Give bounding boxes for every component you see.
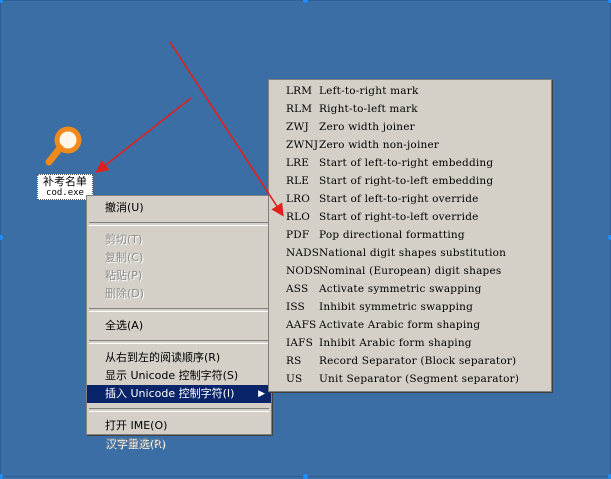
control-description: Activate symmetric swapping [319, 283, 482, 295]
context-menu: 撤消(U) 剪切(T) 复制(C) 粘贴(P) 删除(D) 全选(A) 从右到左… [86, 195, 272, 450]
menu-item-label: 删除(D) [105, 287, 145, 300]
menu-item-pdf[interactable]: PDF Pop directional formatting [269, 226, 551, 244]
resize-handle-top[interactable] [303, 0, 308, 3]
control-code: LRE [286, 157, 310, 169]
menu-item-cut[interactable]: 剪切(T) [87, 231, 271, 249]
menu-item-paste[interactable]: 粘贴(P) [87, 267, 271, 285]
menu-item-zwnj[interactable]: ZWNJ Zero width non-joiner [269, 136, 551, 154]
menu-item-label: 撤消(U) [105, 201, 144, 214]
annotation-arrow-to-icon [95, 97, 192, 173]
menu-item-lre[interactable]: LRE Start of left-to-right embedding [269, 154, 551, 172]
control-description: Right-to-left mark [319, 103, 418, 115]
submenu-arrow-icon: ▶ [258, 389, 265, 399]
menu-separator [89, 340, 269, 344]
control-code: PDF [286, 229, 310, 241]
control-description: Zero width joiner [319, 121, 415, 133]
control-code: LRM [286, 85, 313, 97]
menu-item-label: 复制(C) [105, 251, 144, 264]
menu-item-copy[interactable]: 复制(C) [87, 249, 271, 267]
unicode-control-submenu: LRM Left-to-right mark RLM Right-to-left m… [268, 79, 552, 392]
control-description: Nominal (European) digit shapes [319, 265, 502, 277]
menu-item-show-unicode-control[interactable]: 显示 Unicode 控制字符(S) [87, 367, 271, 385]
control-description: Record Separator (Block separator) [319, 355, 517, 367]
menu-item-aafs[interactable]: AAFS Activate Arabic form shaping [269, 316, 551, 334]
menu-item-rs[interactable]: RS Record Separator (Block separator) [269, 352, 551, 370]
menu-item-us[interactable]: US Unit Separator (Segment separator) [269, 370, 551, 388]
control-description: Start of right-to-left embedding [319, 175, 494, 187]
control-code: ASS [286, 283, 309, 295]
control-code: RLO [286, 211, 311, 223]
menu-item-label: 显示 Unicode 控制字符(S) [105, 369, 239, 382]
control-code: NADS [286, 247, 320, 259]
resize-handle-left[interactable] [0, 235, 3, 240]
control-code: NODS [286, 265, 321, 277]
icon-label[interactable]: 补考名单 cod.exe [37, 174, 93, 200]
menu-item-open-ime[interactable]: 打开 IME(O) [87, 417, 271, 435]
magnifier-icon [45, 126, 82, 166]
control-code: RLM [286, 103, 313, 115]
menu-item-delete[interactable]: 删除(D) [87, 285, 271, 303]
menu-item-ass[interactable]: ASS Activate symmetric swapping [269, 280, 551, 298]
menu-item-label: 汉字重选(R) [105, 437, 166, 450]
menu-item-lrm[interactable]: LRM Left-to-right mark [269, 82, 551, 100]
menu-item-nods[interactable]: NODS Nominal (European) digit shapes [269, 262, 551, 280]
control-description: Start of left-to-right embedding [319, 157, 494, 169]
menu-item-rtl-reading-order[interactable]: 从右到左的阅读顺序(R) [87, 349, 271, 367]
menu-item-label: 从右到左的阅读顺序(R) [105, 351, 221, 364]
menu-item-rlo[interactable]: RLO Start of right-to-left override [269, 208, 551, 226]
control-code: ZWJ [286, 121, 309, 133]
menu-separator [89, 408, 269, 412]
desktop-file-icon[interactable]: 补考名单 cod.exe [37, 124, 93, 200]
control-code: LRO [286, 193, 311, 205]
control-description: Activate Arabic form shaping [319, 319, 481, 331]
menu-item-select-all[interactable]: 全选(A) [87, 317, 271, 335]
menu-item-label: 打开 IME(O) [105, 419, 168, 432]
control-code: IAFS [286, 337, 314, 349]
control-description: Unit Separator (Segment separator) [319, 373, 520, 385]
menu-item-iss[interactable]: ISS Inhibit symmetric swapping [269, 298, 551, 316]
control-description: Left-to-right mark [319, 85, 419, 97]
control-description: Start of left-to-right override [319, 193, 479, 205]
menu-item-reconversion[interactable]: 汉字重选(R) [87, 435, 271, 453]
control-code: AAFS [286, 319, 317, 331]
control-description: National digit shapes substitution [319, 247, 507, 259]
menu-item-label: 插入 Unicode 控制字符(I) [105, 387, 235, 400]
menu-item-rlm[interactable]: RLM Right-to-left mark [269, 100, 551, 118]
control-description: Zero width non-joiner [319, 139, 440, 151]
menu-item-rle[interactable]: RLE Start of right-to-left embedding [269, 172, 551, 190]
control-description: Inhibit Arabic form shaping [319, 337, 472, 349]
control-code: RS [286, 355, 302, 367]
menu-item-iafs[interactable]: IAFS Inhibit Arabic form shaping [269, 334, 551, 352]
menu-item-undo[interactable]: 撤消(U) [87, 199, 271, 217]
control-code: ISS [286, 301, 305, 313]
menu-item-lro[interactable]: LRO Start of left-to-right override [269, 190, 551, 208]
control-description: Start of right-to-left override [319, 211, 479, 223]
menu-item-insert-unicode-control[interactable]: 插入 Unicode 控制字符(I) ▶ [87, 385, 271, 403]
control-code: RLE [286, 175, 310, 187]
file-name-label: 补考名单 [43, 175, 87, 188]
menu-separator [89, 222, 269, 226]
menu-item-label: 粘贴(P) [105, 269, 143, 282]
menu-item-zwj[interactable]: ZWJ Zero width joiner [269, 118, 551, 136]
control-description: Pop directional formatting [319, 229, 465, 241]
menu-item-label: 剪切(T) [105, 233, 143, 246]
control-code: ZWNJ [286, 139, 319, 151]
menu-item-nads[interactable]: NADS National digit shapes substitution [269, 244, 551, 262]
resize-handle-top-left[interactable] [0, 0, 3, 3]
menu-item-label: 全选(A) [105, 319, 144, 332]
file-extension-label: cod.exe [46, 188, 84, 198]
menu-separator [89, 308, 269, 312]
control-code: US [286, 373, 303, 385]
control-description: Inhibit symmetric swapping [319, 301, 474, 313]
annotation-arrow-to-rlo [169, 41, 284, 217]
